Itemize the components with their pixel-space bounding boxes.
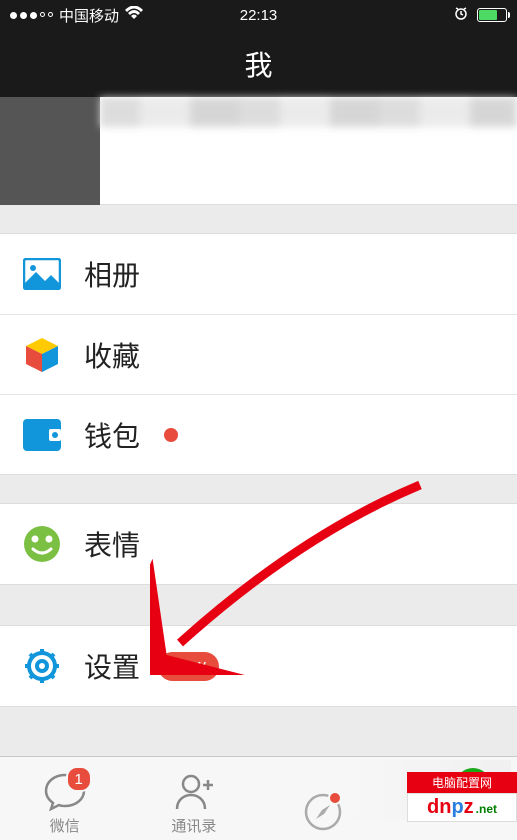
smiley-icon [22, 524, 62, 564]
menu-label: 表情 [84, 524, 140, 564]
tab-contacts[interactable]: 通讯录 [129, 757, 258, 840]
page-title: 我 [244, 44, 272, 84]
status-bar: 中国移动 22:13 [0, 0, 517, 30]
watermark: 电脑配置网 dn p z .net [407, 772, 517, 822]
contacts-icon [173, 770, 215, 812]
signal-icon [10, 12, 53, 19]
tab-label: 通讯录 [171, 815, 216, 836]
menu-label: 收藏 [84, 335, 140, 375]
notification-dot-icon [164, 428, 178, 442]
menu-label: 设置 [84, 646, 140, 686]
badge-count: 1 [66, 766, 92, 792]
nav-header: 我 [0, 30, 517, 97]
menu-label: 钱包 [84, 415, 140, 455]
wifi-icon [125, 6, 143, 24]
tab-chats[interactable]: 1 微信 [0, 757, 129, 840]
menu-item-settings[interactable]: 设置 new [0, 626, 517, 706]
alarm-icon [453, 5, 469, 25]
watermark-top: 电脑配置网 [407, 772, 517, 793]
menu-item-album[interactable]: 相册 [0, 234, 517, 314]
profile-row[interactable] [0, 97, 517, 205]
menu-label: 相册 [84, 254, 140, 294]
menu-item-stickers[interactable]: 表情 [0, 504, 517, 584]
battery-icon [477, 8, 507, 22]
wallet-icon [22, 415, 62, 455]
menu-group-3: 设置 new [0, 625, 517, 707]
new-badge: new [158, 652, 219, 681]
menu-item-wallet[interactable]: 钱包 [0, 394, 517, 474]
watermark-bottom: dn p z .net [407, 793, 517, 822]
clock-label: 22:13 [240, 7, 278, 24]
gear-icon [22, 646, 62, 686]
tab-label: 微信 [50, 815, 80, 836]
status-left: 中国移动 [10, 5, 143, 26]
menu-group-1: 相册 收藏 钱包 [0, 233, 517, 475]
menu-item-favorites[interactable]: 收藏 [0, 314, 517, 394]
cube-icon [22, 335, 62, 375]
image-icon [22, 254, 62, 294]
avatar [0, 97, 100, 205]
menu-group-2: 表情 [0, 503, 517, 585]
chat-bubble-icon: 1 [44, 770, 86, 812]
carrier-label: 中国移动 [59, 5, 119, 26]
profile-info [100, 97, 517, 127]
status-right [453, 5, 507, 25]
